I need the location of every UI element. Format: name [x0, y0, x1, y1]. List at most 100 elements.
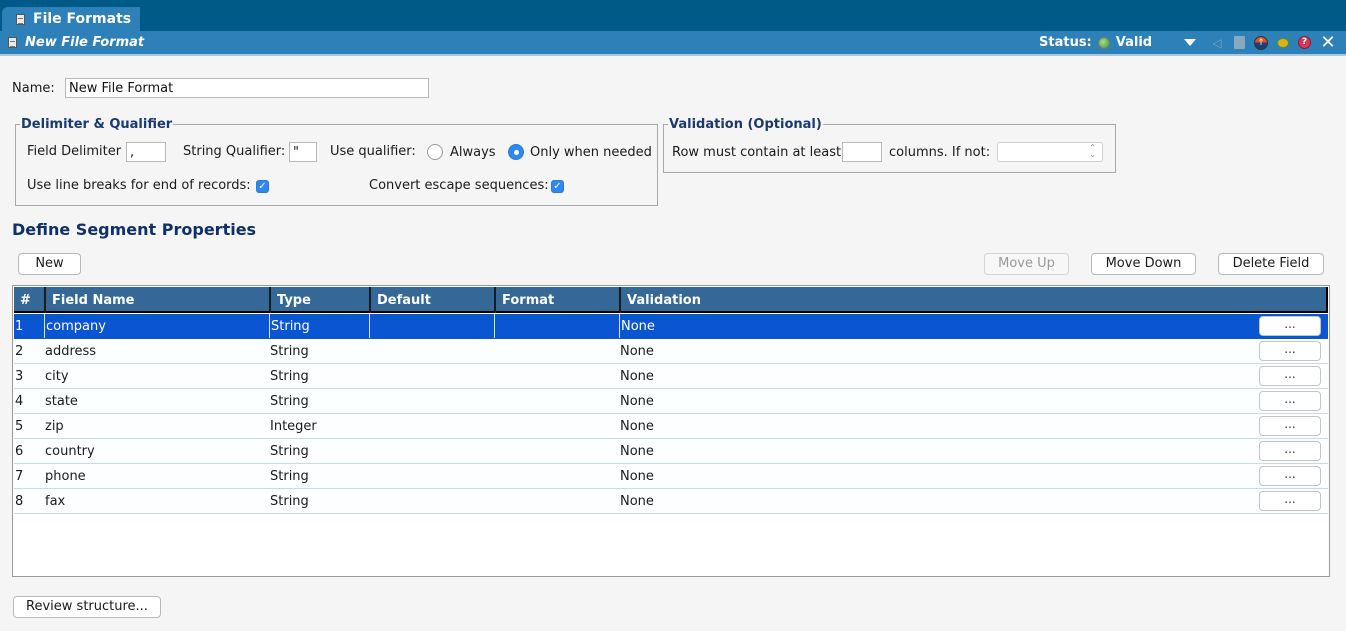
cell-number: 8	[15, 494, 24, 509]
name-label: Name:	[12, 81, 55, 96]
close-icon[interactable]: ✕	[1320, 32, 1335, 53]
document-icon	[16, 13, 25, 25]
cell-validation: None	[620, 394, 654, 409]
cell-validation: None	[620, 494, 654, 509]
toolbar-icons: ◁ ↑ ? ✕	[1184, 31, 1336, 54]
name-input[interactable]	[65, 78, 429, 98]
table-row[interactable]: 2 address String None...	[14, 339, 1328, 364]
cell-format	[494, 339, 619, 363]
qualifier-always-radio[interactable]	[427, 144, 443, 160]
string-qualifier-input[interactable]	[289, 142, 317, 162]
table-row[interactable]: 4 state String None...	[14, 389, 1328, 414]
table-row[interactable]: 7 phone String None...	[14, 464, 1328, 489]
cell-default	[369, 339, 494, 363]
column-header-format[interactable]: Format	[494, 287, 619, 313]
cell-field-name: address	[45, 344, 97, 359]
qualifier-always-label: Always	[450, 145, 496, 160]
validation-edit-button[interactable]: ...	[1259, 316, 1321, 336]
validation-edit-button[interactable]: ...	[1259, 366, 1321, 386]
cell-format	[494, 414, 619, 438]
cell-format	[494, 314, 619, 338]
planet-icon	[1278, 38, 1288, 47]
cell-default	[369, 389, 494, 413]
table-row[interactable]: 8 fax String None...	[14, 489, 1328, 514]
review-structure-button[interactable]: Review structure...	[13, 596, 161, 618]
tab-file-formats[interactable]: File Formats	[2, 7, 140, 31]
tab-label: File Formats	[33, 11, 132, 27]
column-header-type[interactable]: Type	[269, 287, 369, 313]
editor-title: New File Format	[25, 35, 145, 50]
share-icon[interactable]: ◁	[1210, 36, 1224, 50]
status-area: Status: Valid	[1039, 31, 1152, 54]
field-delimiter-input[interactable]	[126, 142, 166, 162]
if-not-select[interactable]: ⌃ ⌄	[997, 142, 1103, 162]
cell-type: String	[269, 314, 369, 338]
help-icon[interactable]: ?	[1298, 36, 1311, 49]
cell-number: 2	[15, 344, 24, 359]
cell-field-name: fax	[45, 494, 66, 509]
deploy-globe-icon[interactable]: ↑	[1254, 35, 1268, 50]
validation-edit-button[interactable]: ...	[1259, 341, 1321, 361]
cell-number: 7	[15, 469, 24, 484]
editor-titlebar: New File Format Status: Valid ◁ ↑ ? ✕	[0, 31, 1346, 56]
cell-type: String	[270, 369, 309, 384]
move-down-button[interactable]: Move Down	[1091, 253, 1196, 275]
table-row[interactable]: 5 zip Integer None...	[14, 414, 1328, 439]
cell-default	[369, 364, 494, 388]
table-row[interactable]: 6 country String None...	[14, 439, 1328, 464]
cell-validation: None	[620, 444, 654, 459]
cell-validation: None	[620, 419, 654, 434]
cell-field-name: city	[45, 369, 69, 384]
cell-number: 5	[15, 419, 24, 434]
delimiter-qualifier-legend: Delimiter & Qualifier	[21, 117, 173, 132]
cell-format	[494, 364, 619, 388]
cell-number: 3	[15, 369, 24, 384]
validation-edit-button[interactable]: ...	[1259, 441, 1321, 461]
escape-sequences-checkbox[interactable]: ✓	[551, 180, 564, 193]
segment-section-title: Define Segment Properties	[12, 220, 257, 239]
cell-field-name: zip	[45, 419, 64, 434]
planet-button[interactable]	[1276, 36, 1290, 50]
cell-format	[494, 439, 619, 463]
fields-table: # Field Name Type Default Format Validat…	[12, 285, 1330, 577]
validation-edit-button[interactable]: ...	[1259, 416, 1321, 436]
validation-edit-button[interactable]: ...	[1259, 491, 1321, 511]
cell-validation: None	[620, 344, 654, 359]
dropdown-caret-icon[interactable]	[1184, 39, 1196, 46]
column-header-validation[interactable]: Validation	[619, 287, 1326, 313]
cell-default	[369, 439, 494, 463]
save-button[interactable]	[1232, 36, 1246, 50]
cell-field-name: company	[44, 314, 269, 338]
column-header-default[interactable]: Default	[369, 287, 494, 313]
qualifier-when-needed-radio[interactable]	[508, 144, 524, 160]
cell-validation: None	[620, 469, 654, 484]
cell-default	[369, 489, 494, 513]
cell-type: String	[270, 394, 309, 409]
cell-validation: None	[619, 314, 1254, 338]
table-row[interactable]: 3 city String None...	[14, 364, 1328, 389]
use-qualifier-label: Use qualifier:	[330, 144, 416, 159]
status-label: Status:	[1039, 35, 1092, 50]
status-value: Valid	[1115, 35, 1153, 50]
cell-format	[494, 464, 619, 488]
if-not-label: columns. If not:	[889, 145, 991, 160]
cell-type: String	[270, 494, 309, 509]
min-columns-input[interactable]	[842, 142, 882, 162]
move-up-button[interactable]: Move Up	[984, 253, 1069, 275]
line-breaks-checkbox[interactable]: ✓	[256, 180, 269, 193]
table-row[interactable]: 1 company String None...	[14, 314, 1328, 339]
updown-arrows-icon: ⌃ ⌄	[1089, 143, 1096, 159]
column-header-number[interactable]: #	[14, 287, 44, 313]
document-icon	[8, 37, 17, 48]
cell-format	[494, 489, 619, 513]
validation-edit-button[interactable]: ...	[1259, 391, 1321, 411]
table-header: # Field Name Type Default Format Validat…	[14, 287, 1328, 313]
delete-field-button[interactable]: Delete Field	[1218, 253, 1324, 275]
column-header-field-name[interactable]: Field Name	[44, 287, 269, 313]
field-delimiter-label: Field Delimiter	[27, 144, 122, 159]
validation-edit-button[interactable]: ...	[1259, 466, 1321, 486]
min-columns-label: Row must contain at least	[672, 145, 842, 160]
cell-default	[369, 414, 494, 438]
new-button[interactable]: New	[18, 253, 81, 275]
string-qualifier-label: String Qualifier:	[183, 144, 286, 159]
